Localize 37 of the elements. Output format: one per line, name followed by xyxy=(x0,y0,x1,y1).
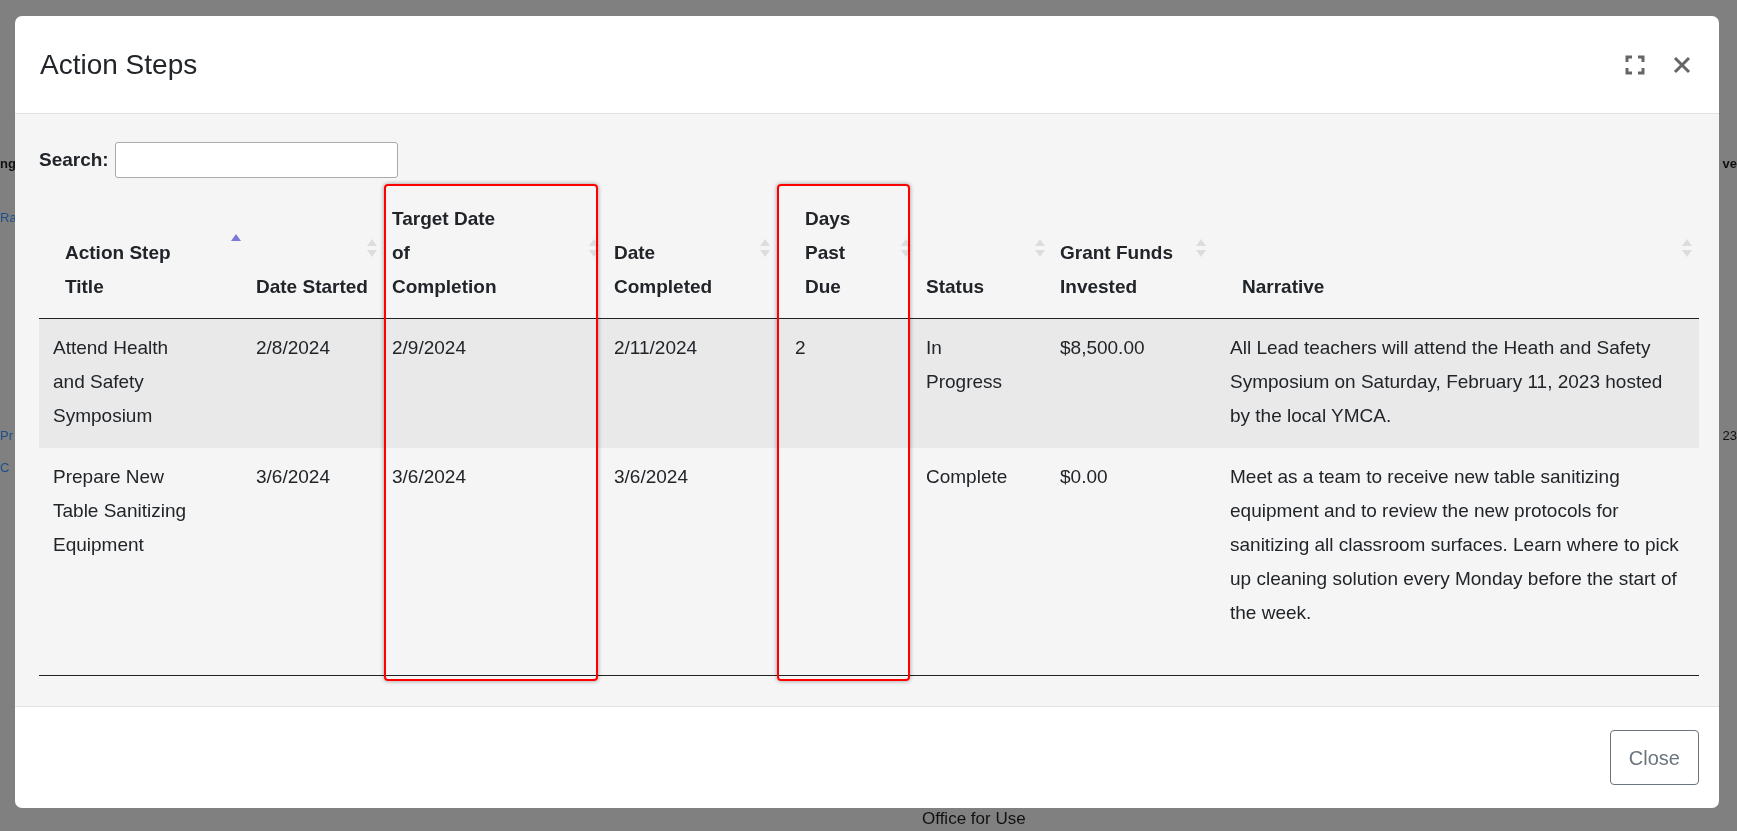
table-cell: $8,500.00 xyxy=(1060,337,1145,358)
text-fragment: ve xyxy=(1722,155,1737,173)
column-header[interactable]: Action Step Title xyxy=(65,236,190,304)
column-header[interactable]: Status xyxy=(926,270,1051,304)
close-button[interactable]: Close xyxy=(1609,730,1699,785)
column-header[interactable]: Date Started xyxy=(256,270,381,304)
column-header[interactable]: Date Completed xyxy=(614,236,739,304)
table-cell: In Progress xyxy=(926,337,1003,392)
table-cell: 3/6/2024 xyxy=(614,465,688,487)
link-fragment: C xyxy=(0,459,10,477)
table-cell: 3/6/2024 xyxy=(256,465,330,487)
modal-title: Action Steps xyxy=(40,47,199,82)
column-header[interactable]: Days Past Due xyxy=(805,202,865,304)
table-cell: Attend Health and Safety Symposium xyxy=(53,337,169,426)
sort-icon[interactable] xyxy=(588,237,600,259)
search-label: Search: xyxy=(39,147,109,172)
maximize-icon[interactable] xyxy=(1625,54,1645,75)
column-header[interactable]: Grant Funds Invested xyxy=(1060,236,1185,304)
table-cell: 2/11/2024 xyxy=(614,337,698,358)
link-fragment: Pr xyxy=(0,427,13,445)
table-cell: 2/8/2024 xyxy=(256,337,330,358)
table-cell: 3/6/2024 xyxy=(392,465,466,487)
close-icon[interactable] xyxy=(1673,55,1691,74)
text-fragment: Office for Use xyxy=(922,808,1026,830)
table-cell: Meet as a team to receive new table sanitizing equipment and to review the new protocols for sanitizing all classroom surfaces. Learn where to pick up cleaning solution every Monday before the start of the week. xyxy=(1230,465,1679,623)
table-cell: 2 xyxy=(795,337,806,358)
sort-icon[interactable] xyxy=(900,237,912,259)
table-cell: $0.00 xyxy=(1060,465,1108,487)
column-header[interactable]: Narrative xyxy=(1242,270,1699,304)
table-cell: Prepare New Table Sanitizing Equipment xyxy=(53,465,187,555)
text-fragment: 23 xyxy=(1722,427,1737,445)
column-header[interactable]: Target Date of Completion xyxy=(392,202,517,304)
table-cell: 2/9/2024 xyxy=(392,337,466,358)
table-cell: All Lead teachers will attend the Heath and Safety Symposium on Saturday, February 11, 2023 hosted by the local YMCA. xyxy=(1230,337,1663,426)
search-field[interactable] xyxy=(114,142,398,178)
text-fragment: ng xyxy=(0,155,16,173)
table-cell: Complete xyxy=(926,465,1008,487)
